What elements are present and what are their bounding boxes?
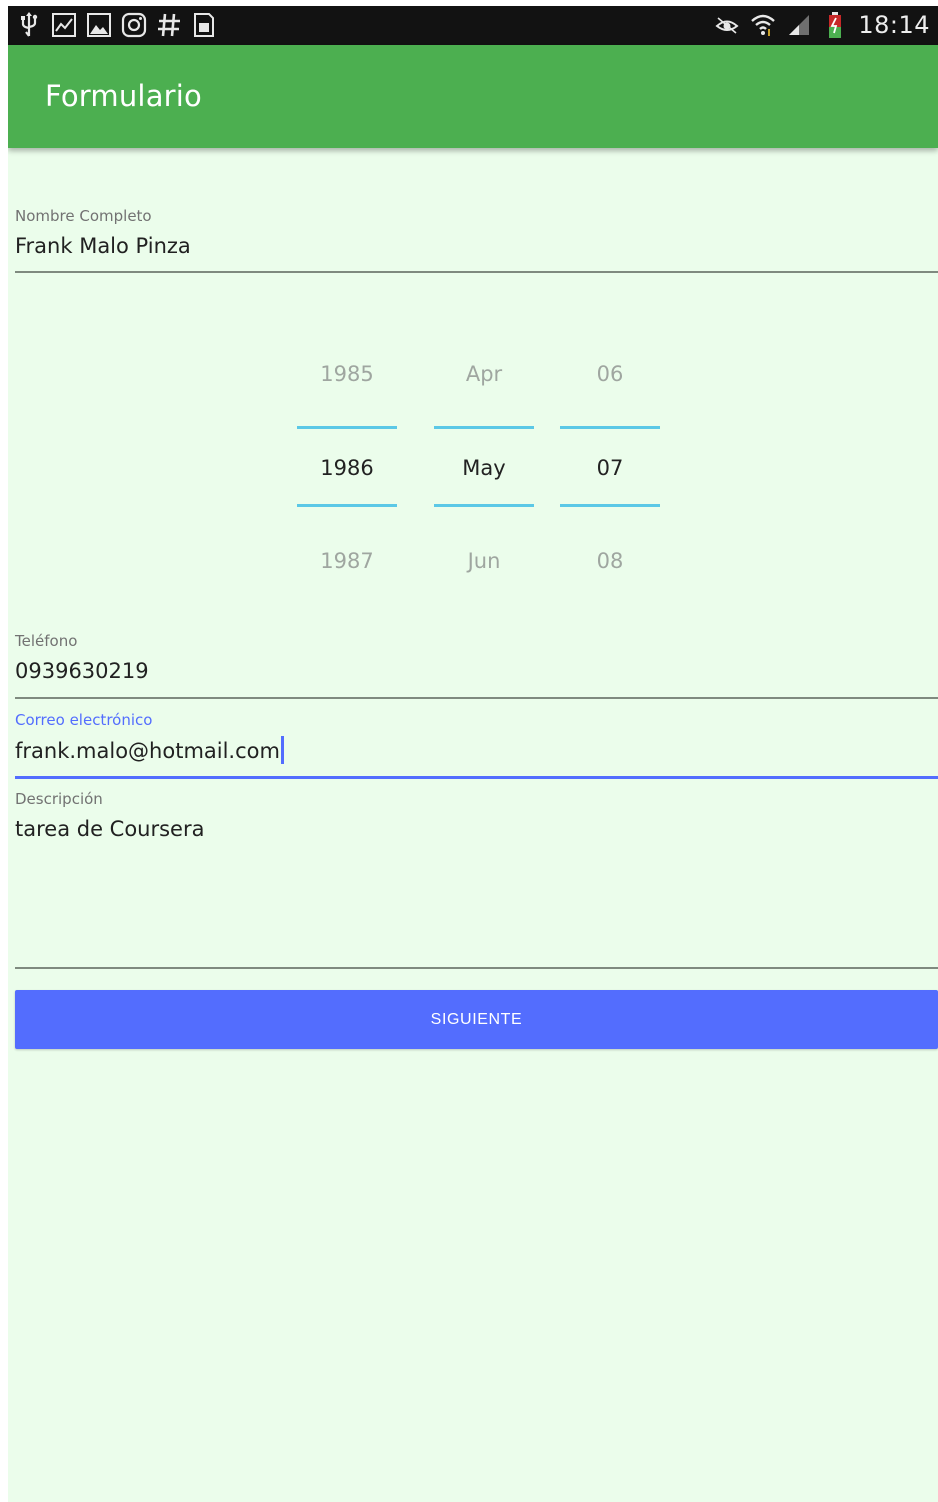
nombre-field[interactable]: Nombre Completo Frank Malo Pinza — [15, 206, 938, 276]
app-title: Formulario — [45, 79, 202, 113]
hash-icon — [156, 12, 182, 38]
eye-icon — [714, 12, 740, 38]
descripcion-underline — [15, 967, 938, 969]
telefono-label: Teléfono — [15, 632, 78, 650]
signal-icon — [786, 12, 812, 38]
month-next[interactable]: Jun — [434, 549, 534, 573]
correo-label: Correo electrónico — [15, 711, 153, 729]
image-icon — [86, 12, 112, 38]
text-cursor — [280, 736, 284, 764]
nombre-underline — [15, 271, 938, 273]
descripcion-value[interactable]: tarea de Coursera — [15, 815, 938, 843]
siguiente-button[interactable]: SIGUIENTE — [15, 990, 938, 1049]
instagram-icon — [121, 12, 147, 38]
battery-icon — [822, 12, 848, 38]
phone-screen: 18:14 Formulario Nombre Completo Frank M… — [8, 6, 938, 1502]
year-selected[interactable]: 1986 — [297, 456, 397, 480]
year-prev[interactable]: 1985 — [297, 362, 397, 386]
telefono-value[interactable]: 0939630219 — [15, 657, 938, 685]
status-bar: 18:14 — [8, 6, 938, 45]
correo-input[interactable]: frank.malo@hotmail.com — [15, 736, 938, 765]
year-divider-bottom — [297, 504, 397, 507]
correo-value: frank.malo@hotmail.com — [15, 739, 280, 763]
status-bar-system: 18:14 — [714, 10, 930, 40]
wifi-icon — [750, 12, 776, 38]
year-next[interactable]: 1987 — [297, 549, 397, 573]
month-divider-top — [434, 426, 534, 429]
day-selected[interactable]: 07 — [560, 456, 660, 480]
descripcion-field[interactable]: Descripción tarea de Coursera — [15, 789, 938, 971]
day-divider-top — [560, 426, 660, 429]
chart-icon — [51, 12, 77, 38]
usb-icon — [16, 12, 42, 38]
month-selected[interactable]: May — [434, 456, 534, 480]
month-prev[interactable]: Apr — [434, 362, 534, 386]
status-time: 18:14 — [858, 11, 930, 39]
year-divider-top — [297, 426, 397, 429]
correo-underline — [15, 776, 938, 779]
sim-card-icon — [191, 12, 217, 38]
month-divider-bottom — [434, 504, 534, 507]
day-divider-bottom — [560, 504, 660, 507]
telefono-underline — [15, 697, 938, 699]
status-bar-notifications — [16, 10, 217, 40]
day-next[interactable]: 08 — [560, 549, 660, 573]
telefono-field[interactable]: Teléfono 0939630219 — [15, 631, 938, 701]
app-bar: Formulario — [8, 45, 938, 148]
nombre-value[interactable]: Frank Malo Pinza — [15, 232, 938, 260]
descripcion-label: Descripción — [15, 790, 103, 808]
nombre-label: Nombre Completo — [15, 207, 152, 225]
correo-field[interactable]: Correo electrónico frank.malo@hotmail.co… — [15, 710, 938, 782]
day-prev[interactable]: 06 — [560, 362, 660, 386]
